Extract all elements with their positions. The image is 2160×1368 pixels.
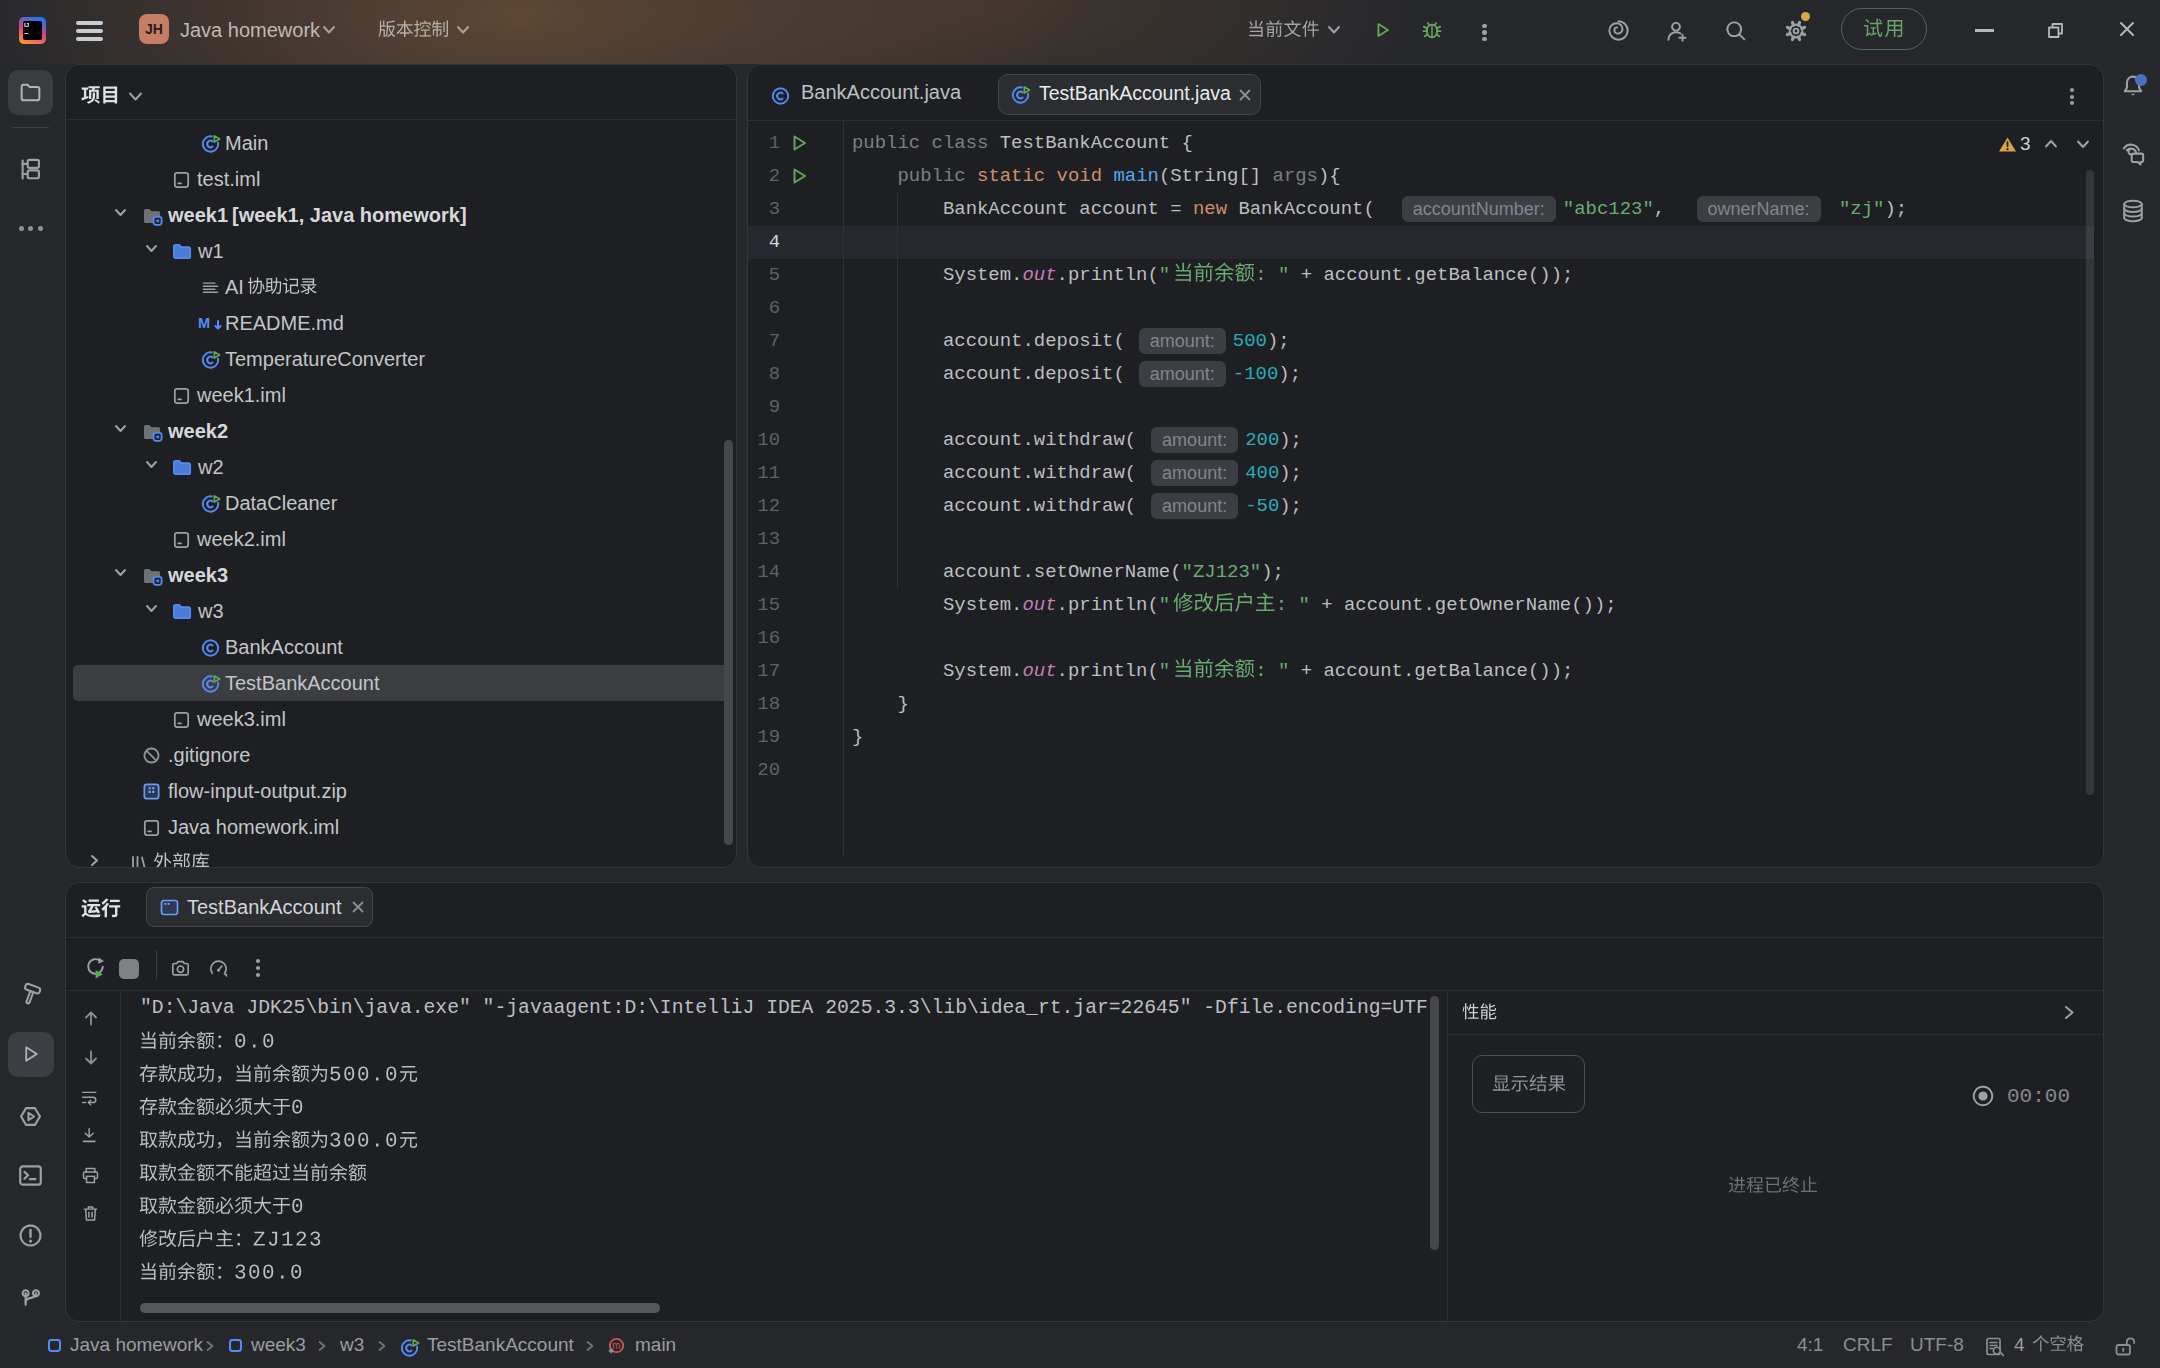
svg-text:m: m: [612, 1340, 620, 1351]
